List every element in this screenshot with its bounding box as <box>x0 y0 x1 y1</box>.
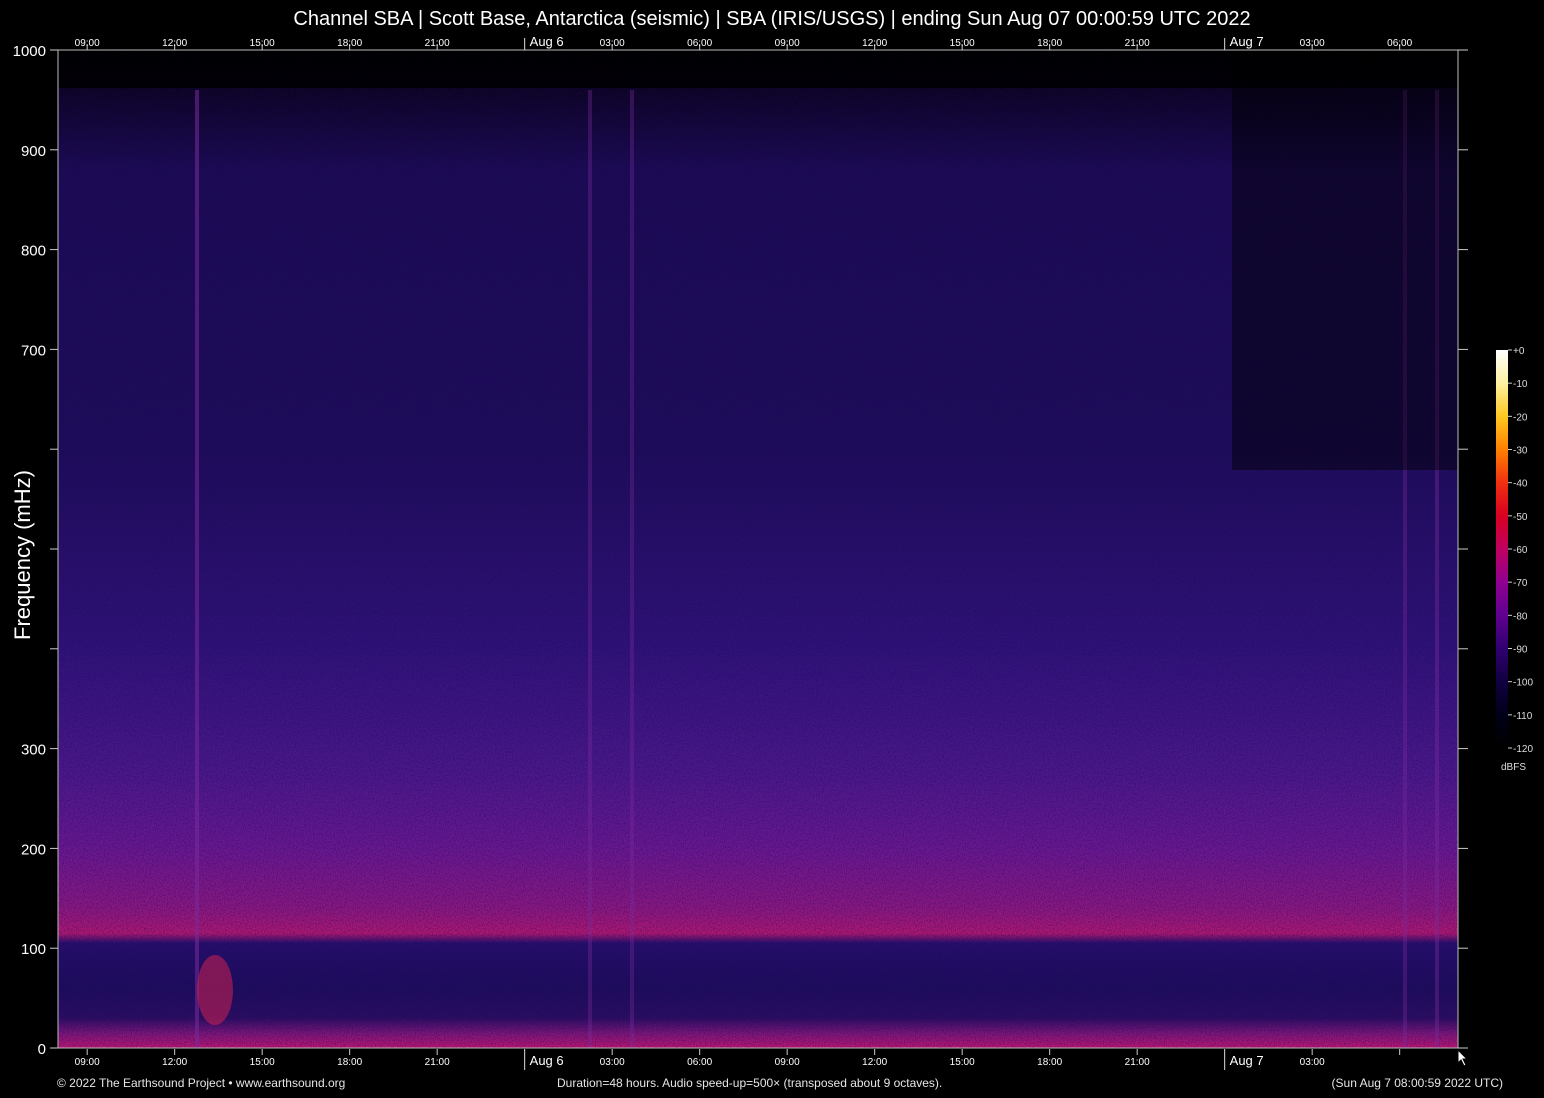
colorbar-unit: dBFS <box>1501 762 1527 773</box>
x-tick-label: 06:00 <box>687 1057 712 1068</box>
colorbar-tick-label: +0 <box>1513 346 1525 357</box>
x-tick-label: 09:00 <box>775 38 800 49</box>
x-tick-label: 03:00 <box>600 38 625 49</box>
x-tick-label: 12:00 <box>162 38 187 49</box>
vertical-streak <box>630 90 634 1048</box>
x-tick-label: 21:00 <box>1125 38 1150 49</box>
x-tick-label: 03:00 <box>600 1057 625 1068</box>
colorbar-tick-label: -110 <box>1513 711 1533 722</box>
footer-timestamp: (Sun Aug 7 08:00:59 2022 UTC) <box>1331 1076 1503 1090</box>
spectrogram-chart: 0 100 200 300 700 800 900 1000 09:00 12:00 15:00 1… <box>13 34 1533 1070</box>
x-tick-label: 06:00 <box>687 38 712 49</box>
x-tick-label: 21:00 <box>425 1057 450 1068</box>
x-tick-label: 03:00 <box>1300 1057 1325 1068</box>
x-tick-label: 15:00 <box>950 1057 975 1068</box>
colorbar-tick-label: -80 <box>1513 611 1528 622</box>
colorbar-tick-label: -40 <box>1513 479 1528 490</box>
x-tick-label: 21:00 <box>1125 1057 1150 1068</box>
event-burst <box>197 955 233 1025</box>
x-tick-label: 15:00 <box>950 38 975 49</box>
x-tick-label: 18:00 <box>337 1057 362 1068</box>
y-tick-label: 200 <box>21 841 46 858</box>
y-tick-label: 0 <box>38 1041 46 1058</box>
y-tick-label: 100 <box>21 941 46 958</box>
x-tick-label: 18:00 <box>1037 38 1062 49</box>
footer-duration: Duration=48 hours. Audio speed-up=500× (… <box>557 1076 943 1090</box>
x-tick-label: 03:00 <box>1300 38 1325 49</box>
y-tick-label: 700 <box>21 342 46 359</box>
x-day-label: Aug 6 <box>530 34 564 49</box>
colorbar-tick-label: -60 <box>1513 545 1528 556</box>
x-tick-label: 21:00 <box>425 38 450 49</box>
colorbar-tick-label: -50 <box>1513 512 1528 523</box>
dark-region <box>1232 50 1458 470</box>
vertical-streak <box>588 90 592 1048</box>
colorbar-tick-label: -90 <box>1513 645 1528 656</box>
colorbar-tick-label: -120 <box>1513 744 1533 755</box>
y-tick-label: 900 <box>21 143 46 160</box>
footer-copyright: © 2022 The Earthsound Project • www.eart… <box>57 1076 346 1090</box>
colorbar-tick-label: -30 <box>1513 446 1528 457</box>
x-tick-label: 09:00 <box>75 1057 100 1068</box>
y-tick-label: 300 <box>21 742 46 759</box>
x-tick-label: 12:00 <box>862 38 887 49</box>
mouse-cursor-icon <box>1457 1049 1469 1067</box>
x-tick-label: 18:00 <box>1037 1057 1062 1068</box>
x-day-label: Aug 7 <box>1230 1053 1264 1068</box>
x-tick-label: 18:00 <box>337 38 362 49</box>
x-tick-label: 09:00 <box>775 1057 800 1068</box>
colorbar-tick-label: -100 <box>1513 678 1533 689</box>
colorbar-tick-label: -70 <box>1513 578 1528 589</box>
x-tick-label: 09:00 <box>75 38 100 49</box>
vertical-streak <box>195 90 199 1048</box>
x-tick-label: 15:00 <box>250 38 275 49</box>
y-tick-label: 800 <box>21 243 46 260</box>
x-tick-label: 12:00 <box>862 1057 887 1068</box>
colorbar-tick-label: -20 <box>1513 412 1528 423</box>
x-day-label: Aug 7 <box>1230 34 1264 49</box>
top-dark-band <box>58 50 1458 88</box>
y-tick-label: 1000 <box>13 43 46 60</box>
colorbar <box>1496 350 1508 748</box>
x-tick-label: 12:00 <box>162 1057 187 1068</box>
x-tick-label: 06:00 <box>1387 38 1412 49</box>
x-day-label: Aug 6 <box>530 1053 564 1068</box>
colorbar-tick-label: -10 <box>1513 379 1528 390</box>
x-tick-label: 15:00 <box>250 1057 275 1068</box>
y-axis-label: Frequency (mHz) <box>10 470 35 640</box>
